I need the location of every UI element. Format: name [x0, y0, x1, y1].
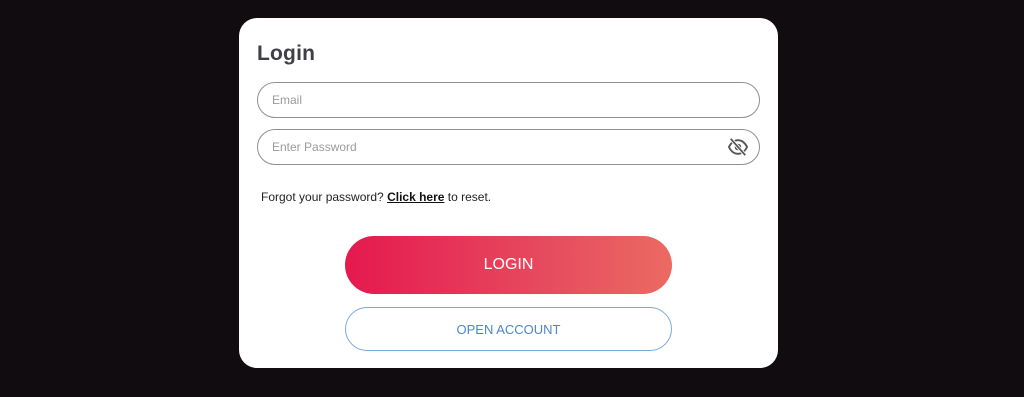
password-input[interactable] — [272, 130, 712, 164]
email-field-wrapper — [257, 82, 760, 118]
login-button[interactable]: LOGIN — [345, 236, 672, 294]
forgot-suffix: to reset. — [444, 190, 492, 204]
password-field-wrapper — [257, 129, 760, 165]
login-title: Login — [257, 42, 316, 65]
eye-off-icon[interactable] — [727, 137, 749, 157]
forgot-password-text: Forgot your password? Click here to rese… — [261, 190, 491, 204]
login-card: Login Forgot your password? Click here t… — [239, 18, 778, 368]
email-input[interactable] — [272, 83, 712, 117]
open-account-button[interactable]: OPEN ACCOUNT — [345, 307, 672, 351]
forgot-prefix: Forgot your password? — [261, 190, 388, 204]
reset-password-link[interactable]: Click here — [387, 190, 444, 204]
